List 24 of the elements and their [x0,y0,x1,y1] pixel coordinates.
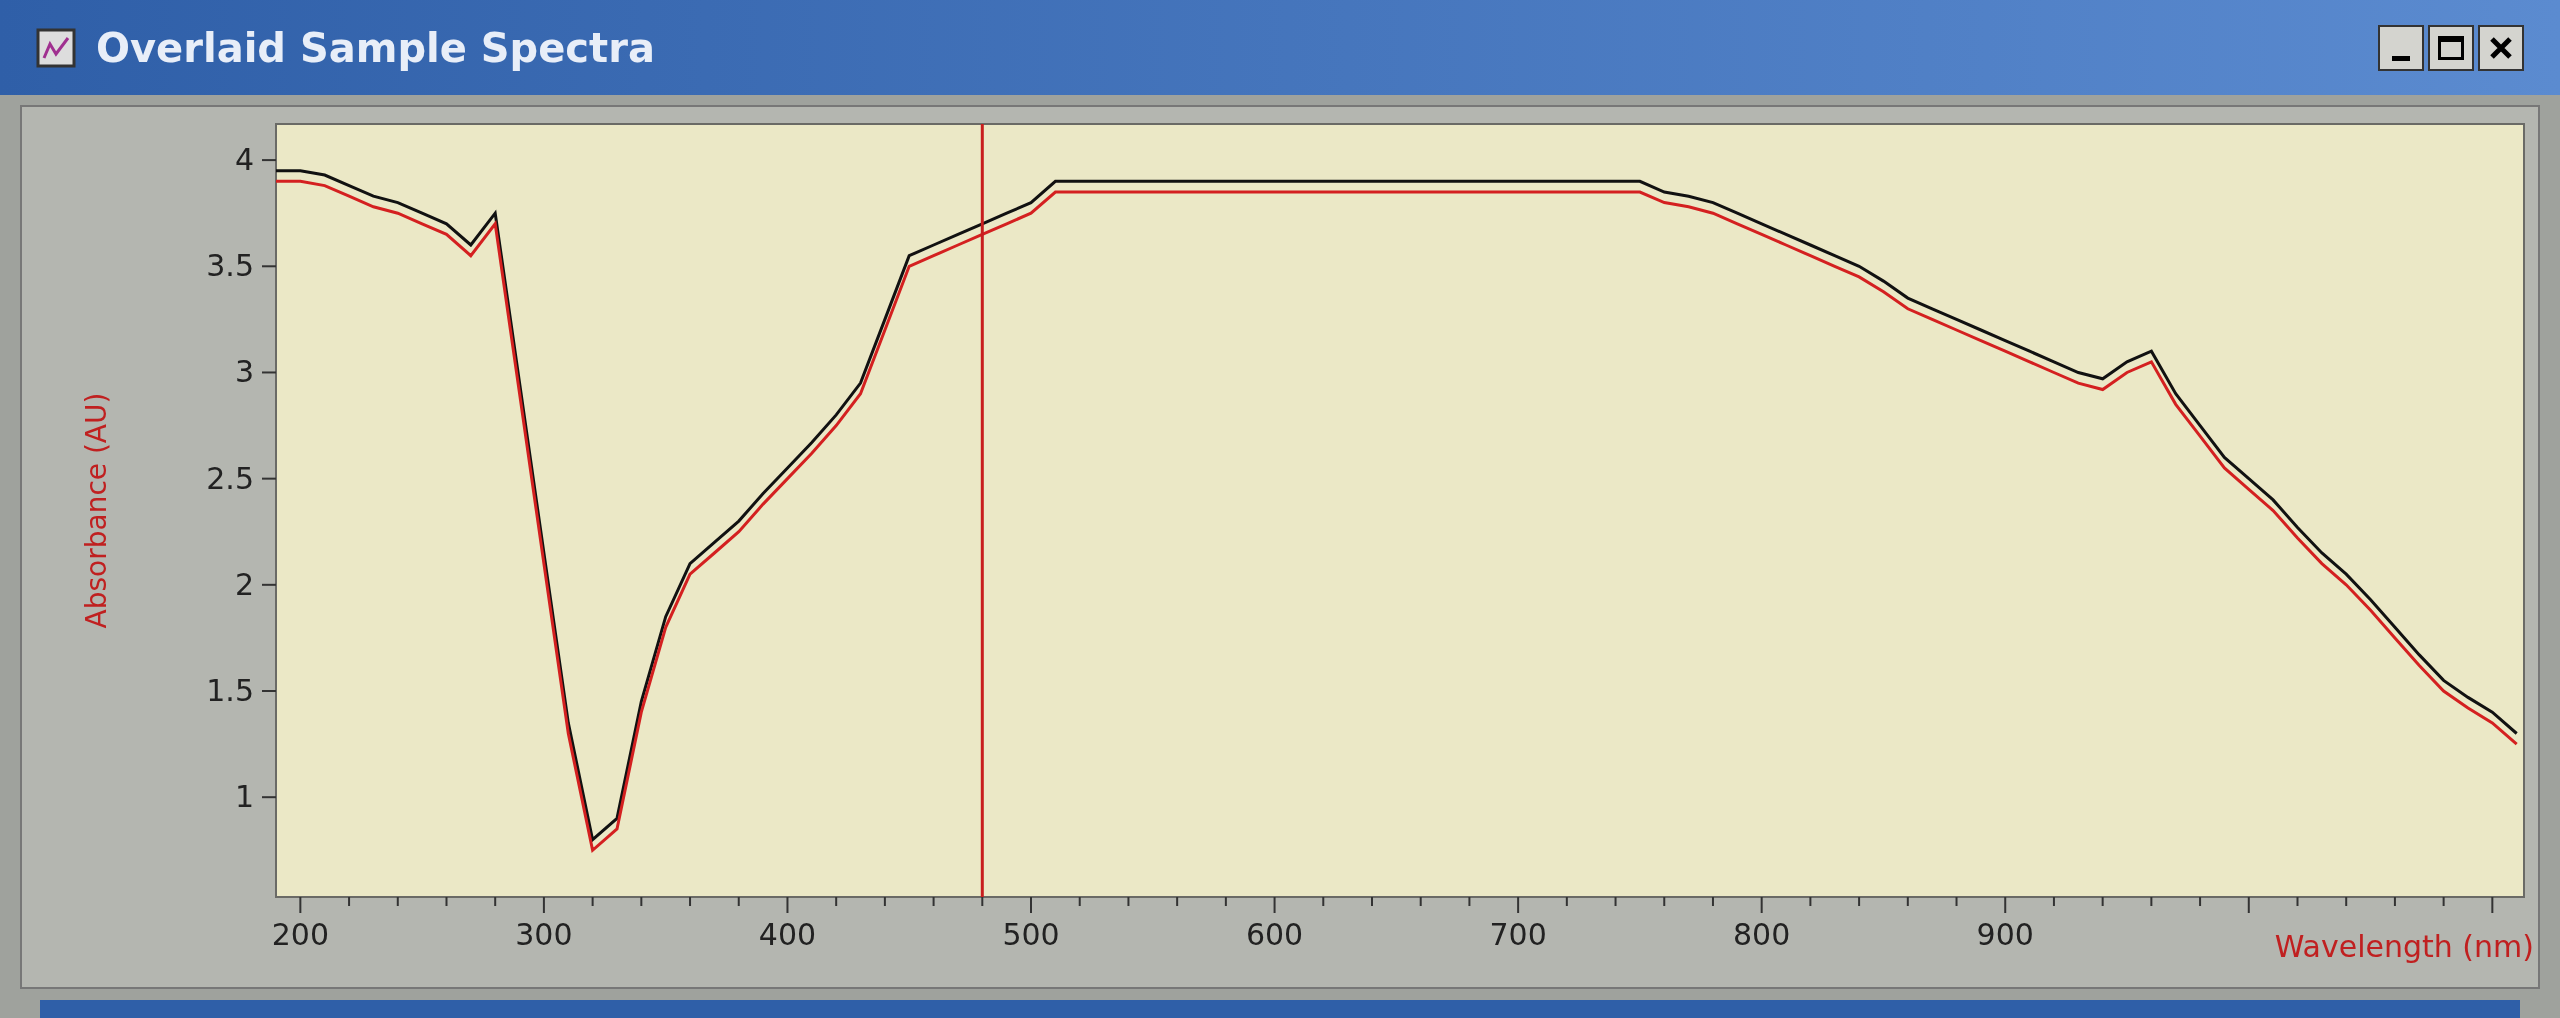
close-icon [2488,34,2514,61]
y-tick-label: 2.5 [206,460,254,496]
x-tick-label: 500 [1002,917,1060,952]
x-tick-label: 700 [1489,917,1547,952]
x-tick-label: 600 [1245,917,1304,952]
window-title: Overlaid Sample Spectra [96,23,655,73]
minimize-button[interactable] [2378,24,2424,71]
y-tick-label: 1.5 [206,673,254,708]
x-tick-label: 300 [515,917,573,952]
window-icon [36,27,76,68]
x-axis-label: Wavelength (nm) [2274,929,2534,964]
y-tick-label: 1 [234,779,254,815]
y-tick-label: 4 [234,142,254,178]
y-tick-label: 3.5 [206,248,254,284]
y-tick-label: 2 [234,566,254,602]
x-tick-label: 800 [1733,917,1791,952]
x-tick-label: 900 [1976,917,2034,952]
y-tick-label: 3 [234,354,254,390]
maximize-button[interactable] [2428,24,2474,71]
x-tick-label: 400 [758,917,817,952]
x-tick-label: 200 [271,917,329,952]
y-axis-label: Absorbance (AU) [80,392,113,629]
cursor-line[interactable] [980,124,984,897]
close-button[interactable] [2478,24,2524,71]
